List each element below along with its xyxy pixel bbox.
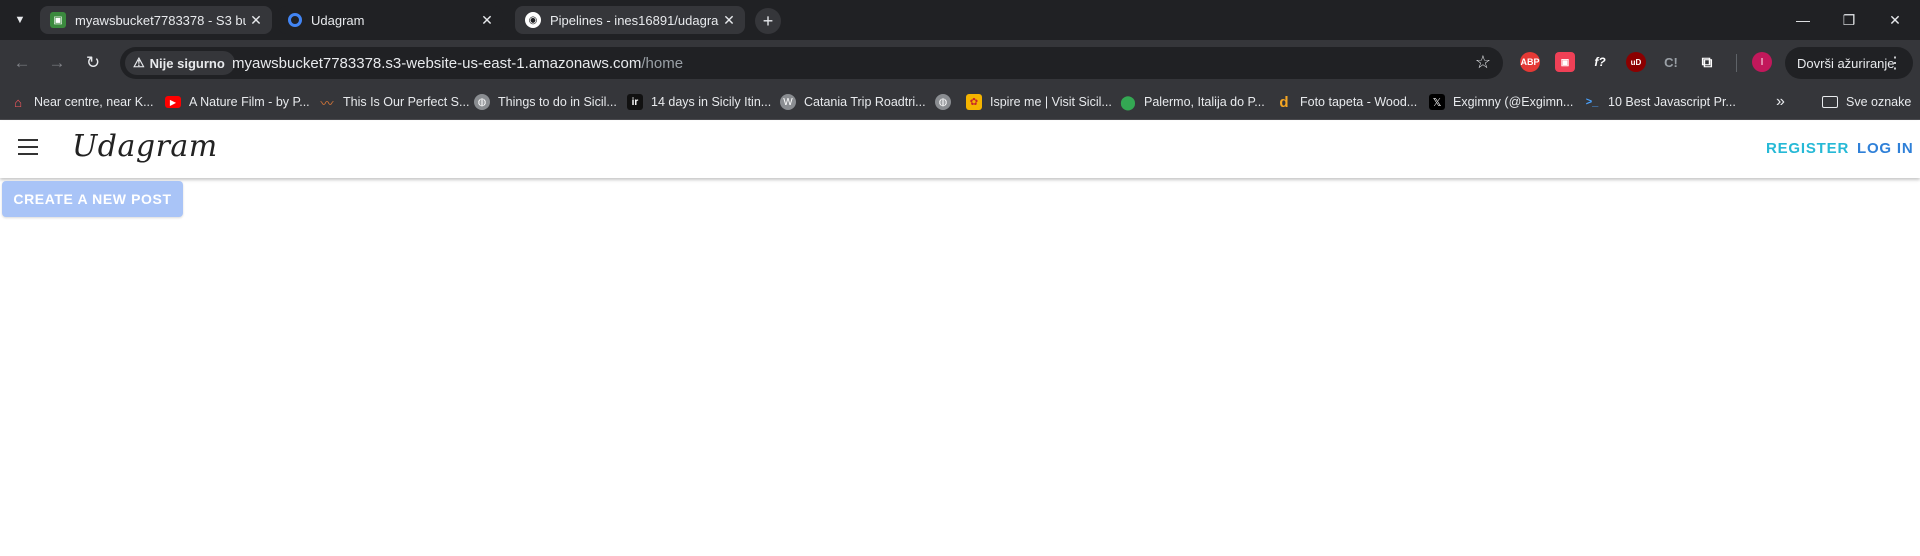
sicily-icon: ✿ <box>966 94 982 110</box>
ir-icon: ir <box>627 94 643 110</box>
font-finder-icon[interactable]: f? <box>1590 52 1610 72</box>
close-icon[interactable]: ✕ <box>719 10 739 30</box>
bookmark-label: 14 days in Sicily Itin... <box>651 95 772 109</box>
maps-pin-icon: ⬤ <box>1120 93 1136 110</box>
bookmark-label: Catania Trip Roadtri... <box>804 95 926 109</box>
app-header: Udagram REGISTER LOG IN <box>0 121 1920 178</box>
bookmark-item[interactable]: 〰 This Is Our Perfect S... <box>319 93 469 111</box>
tab-search-button[interactable]: ▼ <box>8 8 32 32</box>
extensions-puzzle-icon[interactable]: ⧉ <box>1697 52 1717 72</box>
update-label: Dovrši ažuriranje <box>1797 55 1895 71</box>
bookmarks-overflow-button[interactable]: » <box>1776 93 1785 111</box>
bookmarks-bar: ⌂ Near centre, near K... ▶ A Nature Film -… <box>0 85 1920 120</box>
airbnb-icon: ⌂ <box>14 94 22 110</box>
update-button[interactable]: Dovrši ažuriranje ⋮ <box>1785 47 1913 79</box>
wordpress-icon: W <box>780 94 796 110</box>
bookmark-item[interactable]: ✿ Ispire me | Visit Sicil... <box>966 93 1112 111</box>
brand-logo[interactable]: Udagram <box>72 129 218 164</box>
menu-dots-icon: ⋮ <box>1887 55 1903 72</box>
window-close-button[interactable]: ✕ <box>1872 0 1918 40</box>
create-post-button[interactable]: CREATE A NEW POST <box>2 181 183 217</box>
circleci-icon: ◉ <box>525 12 541 28</box>
terminal-icon: >_ <box>1585 96 1599 108</box>
toolbar-divider <box>1736 54 1737 72</box>
bookmark-label: Exgimny (@Exgimn... <box>1453 95 1574 109</box>
adblock-plus-icon[interactable]: ABP <box>1520 52 1540 72</box>
url-host: myawsbucket7783378.s3-website-us-east-1.… <box>232 55 642 72</box>
pocket-icon[interactable]: ▣ <box>1555 52 1575 72</box>
close-icon[interactable]: ✕ <box>477 10 497 30</box>
bookmark-item[interactable]: d Foto tapeta - Wood... <box>1276 93 1417 111</box>
bookmark-item[interactable]: ⌂ Near centre, near K... <box>10 93 154 111</box>
all-bookmarks-button[interactable]: Sve oznake <box>1822 93 1911 111</box>
bookmark-item[interactable]: 𝕏 Exgimny (@Exgimn... <box>1429 93 1573 111</box>
bookmark-item[interactable]: >_ 10 Best Javascript Pr... <box>1584 93 1736 111</box>
tab-title: myawsbucket7783378 - S3 bucket <box>75 12 246 28</box>
all-bookmarks-label: Sve oznake <box>1846 95 1912 109</box>
chrome-circle-icon <box>288 13 302 27</box>
wave-icon: 〰 <box>320 95 334 111</box>
new-tab-button[interactable]: + <box>755 8 781 34</box>
bookmark-label: Near centre, near K... <box>34 95 154 109</box>
s3-icon: ▣ <box>50 12 66 28</box>
folder-icon <box>1822 96 1838 108</box>
bookmark-item[interactable]: ▶ A Nature Film - by P... <box>165 93 310 111</box>
reload-button[interactable]: ↻ <box>80 50 106 76</box>
tab-strip: ▼ ▣ myawsbucket7783378 - S3 bucket ✕ Uda… <box>0 0 1920 40</box>
bookmark-label: 10 Best Javascript Pr... <box>1608 95 1736 109</box>
close-icon[interactable]: ✕ <box>246 10 266 30</box>
youtube-icon: ▶ <box>165 96 181 108</box>
bookmark-label: Things to do in Sicil... <box>498 95 617 109</box>
minimize-button[interactable]: — <box>1780 0 1826 40</box>
url-path: /home <box>641 55 684 72</box>
site-security-chip[interactable]: ⚠ Nije sigurno <box>125 51 235 75</box>
menu-icon[interactable] <box>18 139 38 155</box>
bookmark-item[interactable]: ir 14 days in Sicily Itin... <box>627 93 771 111</box>
bookmark-label: This Is Our Perfect S... <box>343 95 470 109</box>
x-icon: 𝕏 <box>1429 94 1445 110</box>
bookmark-item[interactable]: ◍ <box>935 93 959 111</box>
forward-button[interactable]: → <box>44 50 70 76</box>
ublock-icon[interactable]: uD <box>1626 52 1646 72</box>
bookmark-item[interactable]: ⬤ Palermo, Italija do P... <box>1120 93 1265 111</box>
login-link[interactable]: LOG IN <box>1857 140 1913 157</box>
tab-title: Pipelines - ines16891/udagram <box>550 12 719 28</box>
globe-icon: ◍ <box>474 94 490 110</box>
security-label: Nije sigurno <box>149 55 225 71</box>
bookmark-label: A Nature Film - by P... <box>189 95 310 109</box>
register-link[interactable]: REGISTER <box>1766 140 1849 157</box>
clockify-icon[interactable]: C! <box>1661 52 1681 72</box>
address-bar[interactable]: ⚠ Nije sigurno myawsbucket7783378.s3-web… <box>120 47 1503 79</box>
bookmark-star-icon[interactable]: ☆ <box>1475 52 1491 73</box>
bookmark-label: Foto tapeta - Wood... <box>1300 95 1418 109</box>
tab-udagram[interactable]: Udagram ✕ <box>278 6 503 34</box>
globe-icon: ◍ <box>935 94 951 110</box>
profile-avatar[interactable]: I <box>1752 52 1772 72</box>
bookmark-label: Palermo, Italija do P... <box>1144 95 1265 109</box>
warning-icon: ⚠ <box>133 55 145 70</box>
bookmark-item[interactable]: W Catania Trip Roadtri... <box>780 93 926 111</box>
tab-pipelines[interactable]: ◉ Pipelines - ines16891/udagram ✕ <box>515 6 745 34</box>
bookmark-item[interactable]: ◍ Things to do in Sicil... <box>474 93 617 111</box>
restore-button[interactable]: ❐ <box>1826 0 1872 40</box>
browser-toolbar: ← → ↻ ⚠ Nije sigurno myawsbucket7783378.… <box>0 40 1920 85</box>
back-button[interactable]: ← <box>9 50 35 76</box>
url-text[interactable]: myawsbucket7783378.s3-website-us-east-1.… <box>232 55 683 72</box>
tab-title: Udagram <box>311 12 365 28</box>
tab-s3-bucket[interactable]: ▣ myawsbucket7783378 - S3 bucket ✕ <box>40 6 272 34</box>
d-icon: d <box>1279 93 1289 111</box>
bookmark-label: Ispire me | Visit Sicil... <box>990 95 1112 109</box>
